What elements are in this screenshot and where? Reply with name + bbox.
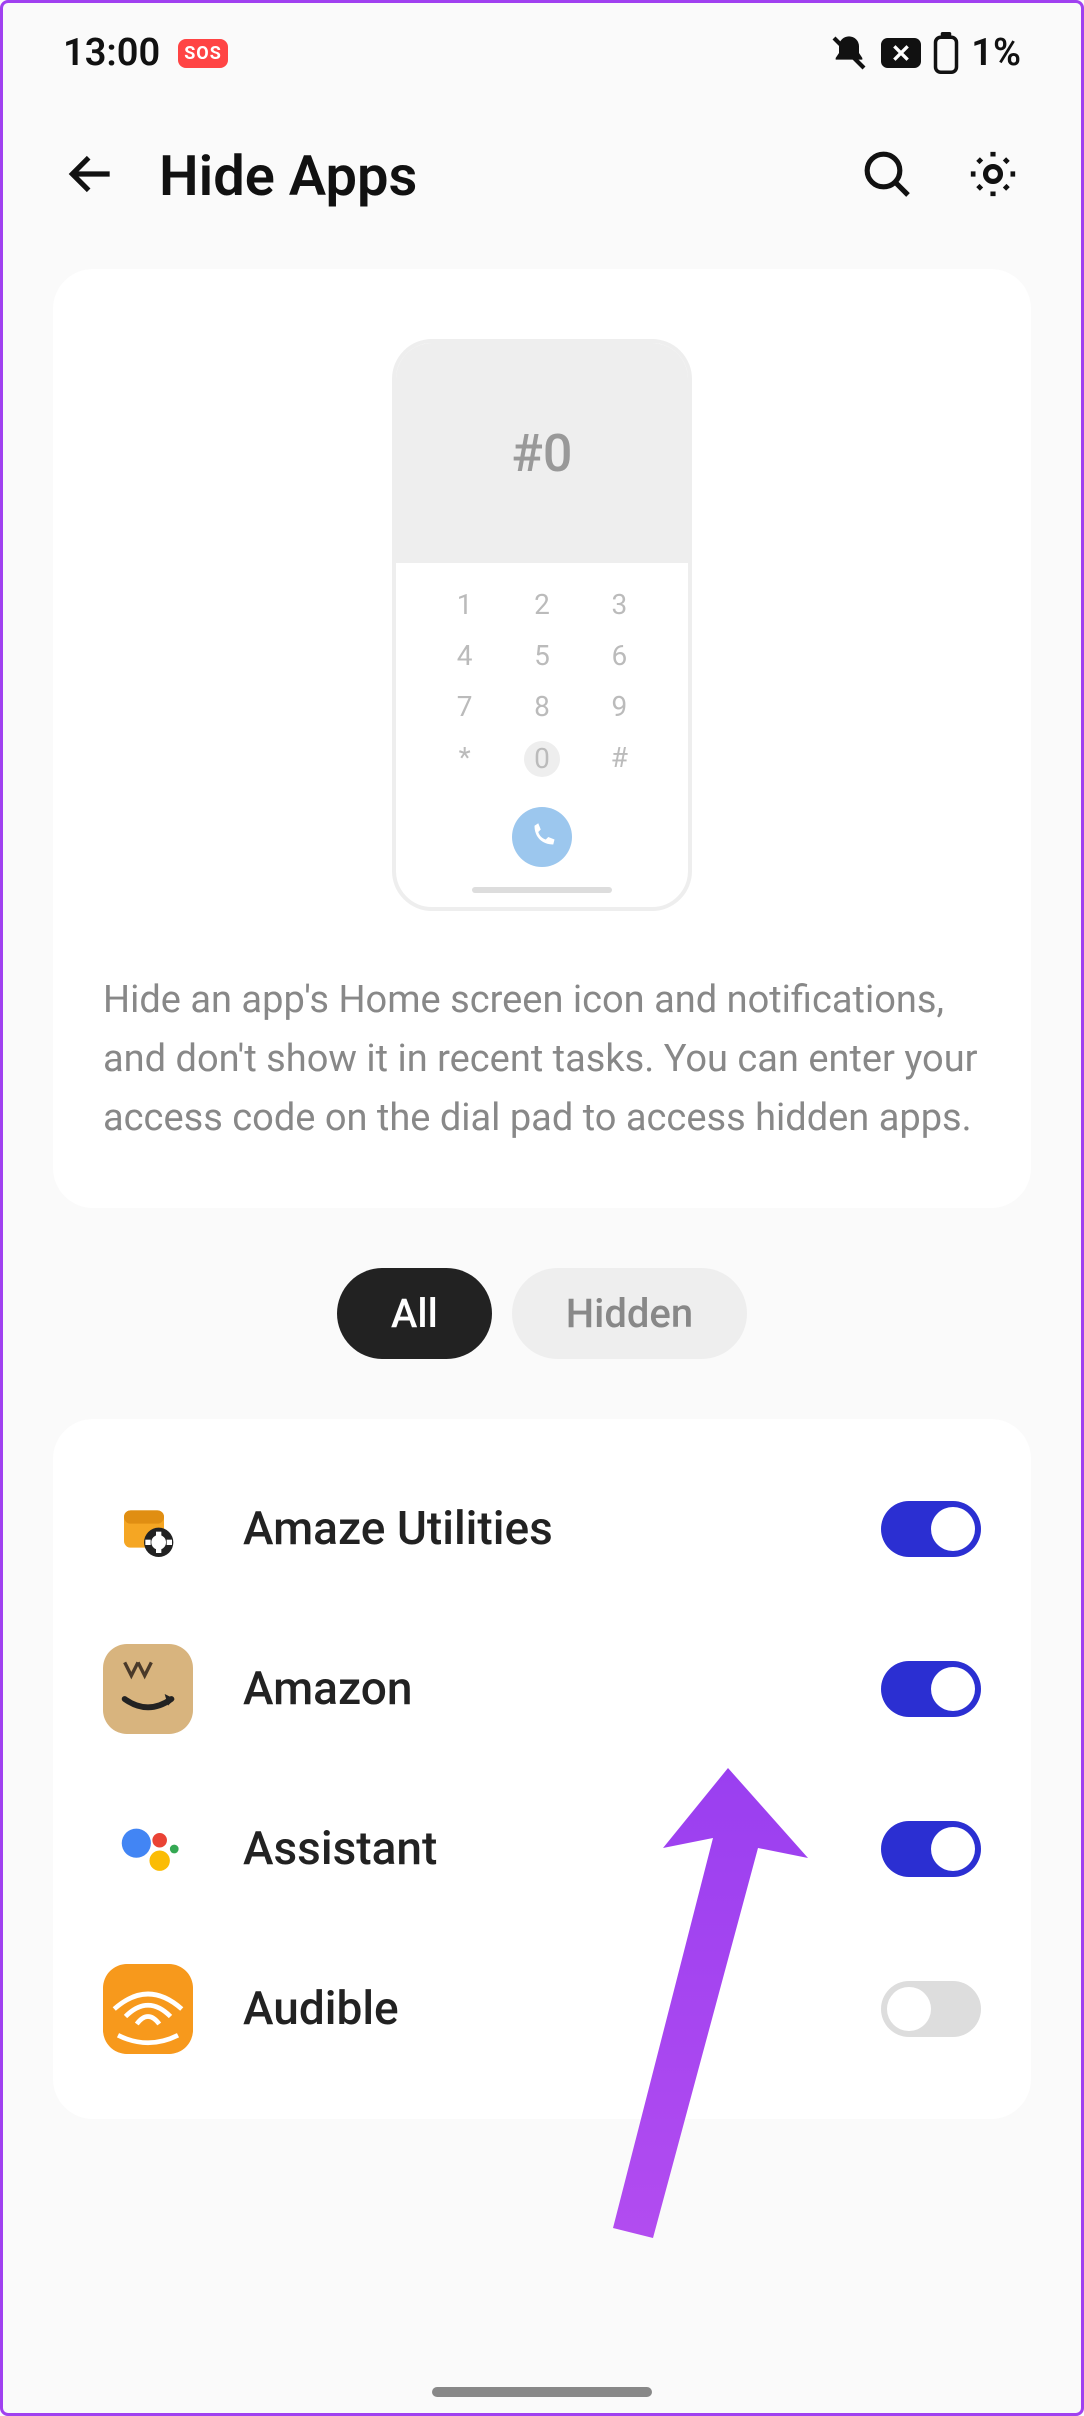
app-icon-amaze-utilities	[103, 1484, 193, 1574]
phone-call-icon	[512, 807, 572, 867]
page-title: Hide Apps	[159, 143, 417, 209]
app-row-amazon: Amazon	[93, 1609, 991, 1769]
toggle-amazon[interactable]	[881, 1661, 981, 1717]
info-card: #0 123 456 789 *0# Hide an app's Home sc…	[53, 269, 1031, 1208]
search-button[interactable]	[859, 146, 915, 206]
toggle-amaze-utilities[interactable]	[881, 1501, 981, 1557]
info-text: Hide an app's Home screen icon and notif…	[103, 971, 981, 1148]
toggle-assistant[interactable]	[881, 1821, 981, 1877]
header: Hide Apps	[3, 103, 1081, 269]
app-row-assistant: Assistant	[93, 1769, 991, 1929]
battery-icon	[933, 32, 959, 74]
app-icon-assistant	[103, 1804, 193, 1894]
app-icon-amazon	[103, 1644, 193, 1734]
tab-hidden[interactable]: Hidden	[512, 1268, 747, 1359]
app-name: Amaze Utilities	[243, 1502, 831, 1556]
app-icon-audible	[103, 1964, 193, 2054]
status-time: 13:00	[63, 31, 160, 75]
notifications-muted-icon	[829, 33, 869, 73]
phone-code-display: #0	[396, 343, 688, 563]
tab-all[interactable]: All	[337, 1268, 492, 1359]
gesture-bar[interactable]	[432, 2387, 652, 2397]
settings-button[interactable]	[965, 146, 1021, 206]
phone-dialpad: 123 456 789 *0#	[396, 563, 688, 797]
phone-illustration: #0 123 456 789 *0#	[392, 339, 692, 911]
status-bar: 13:00 SOS 1%	[3, 3, 1081, 103]
do-not-disturb-icon	[881, 38, 921, 68]
toggle-audible[interactable]	[881, 1981, 981, 2037]
app-name: Audible	[243, 1982, 831, 2036]
app-row-amaze-utilities: Amaze Utilities	[93, 1449, 991, 1609]
app-list: Amaze Utilities Amazon Assistant Audible	[53, 1419, 1031, 2119]
app-name: Assistant	[243, 1822, 831, 1876]
app-row-audible: Audible	[93, 1929, 991, 2089]
sos-badge: SOS	[178, 39, 228, 68]
back-button[interactable]	[63, 146, 119, 206]
app-name: Amazon	[243, 1662, 831, 1716]
filter-tabs: All Hidden	[3, 1268, 1081, 1359]
battery-percent: 1%	[971, 31, 1021, 75]
